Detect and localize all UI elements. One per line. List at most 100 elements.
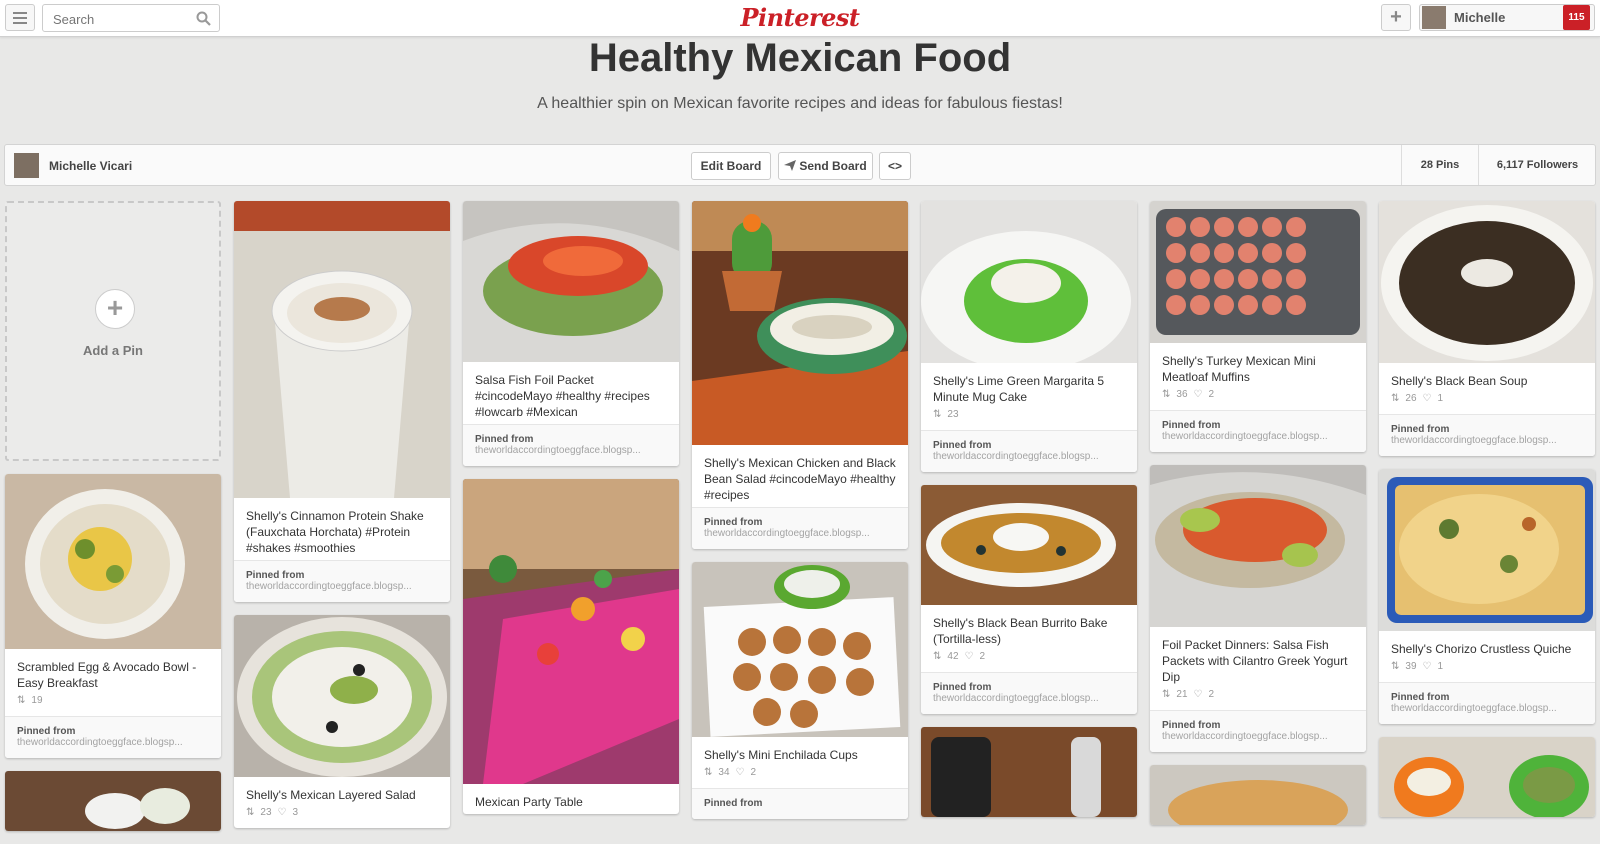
pin-card[interactable]: Shelly's Mexican Chicken and Black Bean … bbox=[692, 201, 908, 549]
send-icon bbox=[784, 160, 797, 171]
pin-stats: ⇅ 39 ♡ 1 bbox=[1379, 661, 1595, 682]
pin-description: Shelly's Chorizo Crustless Quiche bbox=[1391, 642, 1572, 656]
menu-button[interactable] bbox=[5, 4, 35, 31]
pin-source: theworldaccordingtoeggface.blogsp... bbox=[1391, 703, 1557, 714]
repin-icon: ⇅ bbox=[17, 695, 26, 706]
pin-card[interactable] bbox=[1379, 737, 1595, 817]
owner-avatar[interactable] bbox=[14, 153, 39, 178]
pinned-from[interactable]: Pinned from theworldaccordingtoeggface.bl… bbox=[1379, 414, 1595, 456]
pin-image[interactable] bbox=[692, 201, 908, 445]
pin-stats: ⇅ 19 bbox=[5, 695, 221, 716]
pin-column: Salsa Fish Foil Packet #cincodeMayo #hea… bbox=[463, 201, 679, 827]
repin-count: 23 bbox=[260, 807, 272, 818]
pin-source: theworldaccordingtoeggface.blogsp... bbox=[933, 451, 1099, 462]
pinned-from-label: Pinned from bbox=[246, 570, 305, 581]
pin-card[interactable]: Mexican Party Table bbox=[463, 479, 679, 814]
followers-count[interactable]: 6,117 Followers bbox=[1478, 145, 1596, 185]
pin-card[interactable]: Shelly's Mexican Layered Salad ⇅ 23 ♡ 3 bbox=[234, 615, 450, 828]
board-title: Healthy Mexican Food bbox=[588, 36, 1012, 80]
pin-image[interactable] bbox=[921, 485, 1137, 605]
pinned-from-label: Pinned from bbox=[1162, 420, 1221, 431]
repin-icon: ⇅ bbox=[933, 409, 942, 420]
pin-column: Shelly's Cinnamon Protein Shake (Fauxcha… bbox=[234, 201, 450, 841]
repin-icon: ⇅ bbox=[1391, 393, 1400, 404]
like-count: 1 bbox=[1437, 393, 1444, 404]
pin-card[interactable]: Shelly's Black Bean Soup ⇅ 26 ♡ 1 Pinned fr… bbox=[1379, 201, 1595, 456]
pin-card[interactable] bbox=[5, 771, 221, 831]
pin-description: Shelly's Mexican Chicken and Black Bean … bbox=[704, 456, 896, 502]
pinned-from[interactable]: Pinned from theworldaccordingtoeggface.bl… bbox=[921, 672, 1137, 714]
repin-icon: ⇅ bbox=[1162, 389, 1171, 400]
pin-image[interactable] bbox=[234, 201, 450, 498]
pin-card[interactable]: Shelly's Cinnamon Protein Shake (Fauxcha… bbox=[234, 201, 450, 602]
owner-name[interactable]: Michelle Vicari bbox=[49, 159, 132, 173]
send-board-button[interactable]: Send Board bbox=[778, 152, 873, 180]
pin-image[interactable] bbox=[5, 771, 221, 831]
pin-image[interactable] bbox=[1150, 465, 1366, 627]
notification-badge[interactable]: 115 bbox=[1563, 5, 1590, 30]
pinned-from[interactable]: Pinned from theworldaccordingtoeggface.bl… bbox=[463, 424, 679, 466]
pin-image[interactable] bbox=[234, 615, 450, 777]
pin-source: theworldaccordingtoeggface.blogsp... bbox=[1391, 435, 1557, 446]
pin-image[interactable] bbox=[1379, 469, 1595, 631]
pin-card[interactable]: Shelly's Lime Green Margarita 5 Minute M… bbox=[921, 201, 1137, 472]
pin-stats: ⇅ 23 bbox=[921, 409, 1137, 430]
pin-column: Shelly's Black Bean Soup ⇅ 26 ♡ 1 Pinned fr… bbox=[1379, 201, 1595, 830]
add-button[interactable]: + bbox=[1381, 4, 1411, 31]
pinned-from-label: Pinned from bbox=[475, 434, 534, 445]
pinned-from[interactable]: Pinned from theworldaccordingtoeggface.bl… bbox=[921, 430, 1137, 472]
pin-card[interactable]: Salsa Fish Foil Packet #cincodeMayo #hea… bbox=[463, 201, 679, 466]
pin-description: Foil Packet Dinners: Salsa Fish Packets … bbox=[1162, 638, 1348, 684]
repin-count: 19 bbox=[31, 695, 43, 706]
pin-image[interactable] bbox=[463, 479, 679, 784]
search-icon[interactable] bbox=[196, 11, 211, 26]
pin-card[interactable]: Scrambled Egg & Avocado Bowl - Easy Brea… bbox=[5, 474, 221, 758]
pinned-from[interactable]: Pinned from theworldaccordingtoeggface.bl… bbox=[1379, 682, 1595, 724]
pin-card[interactable]: Shelly's Turkey Mexican Mini Meatloaf Mu… bbox=[1150, 201, 1366, 452]
pin-description: Shelly's Cinnamon Protein Shake (Fauxcha… bbox=[246, 509, 424, 555]
pin-image[interactable] bbox=[921, 201, 1137, 363]
pinterest-logo[interactable]: Pinterest bbox=[700, 3, 900, 32]
pinned-from[interactable]: Pinned from theworldaccordingtoeggface.bl… bbox=[1150, 410, 1366, 452]
pin-stats: ⇅ 21 ♡ 2 bbox=[1150, 689, 1366, 710]
repin-count: 23 bbox=[947, 409, 959, 420]
pin-card[interactable]: Shelly's Chorizo Crustless Quiche ⇅ 39 ♡ 1 … bbox=[1379, 469, 1595, 724]
pinned-from[interactable]: Pinned from theworldaccordingtoeggface.bl… bbox=[234, 560, 450, 602]
pin-image[interactable] bbox=[463, 201, 679, 362]
pin-image[interactable] bbox=[1150, 765, 1366, 825]
pinned-from[interactable]: Pinned from theworldaccordingtoeggface.bl… bbox=[692, 507, 908, 549]
pin-card[interactable] bbox=[921, 727, 1137, 817]
pin-source: theworldaccordingtoeggface.blogsp... bbox=[475, 445, 641, 456]
pin-image[interactable] bbox=[692, 562, 908, 737]
pinned-from[interactable]: Pinned from theworldaccordingtoeggface.bl… bbox=[1150, 710, 1366, 752]
pinned-from-label: Pinned from bbox=[17, 726, 76, 737]
pinned-from-label: Pinned from bbox=[1162, 720, 1221, 731]
pin-stats: ⇅ 26 ♡ 1 bbox=[1379, 393, 1595, 414]
pin-image[interactable] bbox=[1150, 201, 1366, 343]
edit-board-button[interactable]: Edit Board bbox=[691, 152, 771, 180]
pinned-from[interactable]: Pinned from bbox=[692, 788, 908, 819]
pins-count[interactable]: 28 Pins bbox=[1401, 145, 1478, 185]
pin-card[interactable]: Shelly's Mini Enchilada Cups ⇅ 34 ♡ 2 Pinne… bbox=[692, 562, 908, 819]
pin-image[interactable] bbox=[1379, 201, 1595, 363]
pin-image[interactable] bbox=[921, 727, 1137, 817]
repin-icon: ⇅ bbox=[1391, 661, 1400, 672]
search-box bbox=[42, 4, 220, 32]
pin-stats: ⇅ 36 ♡ 2 bbox=[1150, 389, 1366, 410]
embed-button[interactable]: <> bbox=[879, 152, 911, 180]
pin-card[interactable] bbox=[1150, 765, 1366, 825]
pin-source: theworldaccordingtoeggface.blogsp... bbox=[1162, 431, 1328, 442]
board-toolbar: Michelle Vicari Edit Board Send Board <>… bbox=[4, 144, 1596, 186]
pin-card[interactable]: Shelly's Black Bean Burrito Bake (Tortil… bbox=[921, 485, 1137, 714]
pin-description: Mexican Party Table bbox=[475, 795, 583, 809]
heart-icon: ♡ bbox=[1422, 661, 1432, 672]
add-pin-card[interactable]: + Add a Pin bbox=[5, 201, 221, 461]
pin-stats: ⇅ 42 ♡ 2 bbox=[921, 651, 1137, 672]
search-input[interactable] bbox=[51, 6, 195, 32]
pinned-from[interactable]: Pinned from theworldaccordingtoeggface.bl… bbox=[5, 716, 221, 758]
repin-count: 42 bbox=[947, 651, 959, 662]
pin-image[interactable] bbox=[5, 474, 221, 649]
pin-image[interactable] bbox=[1379, 737, 1595, 817]
pin-card[interactable]: Foil Packet Dinners: Salsa Fish Packets … bbox=[1150, 465, 1366, 752]
pinned-from-label: Pinned from bbox=[704, 798, 763, 809]
